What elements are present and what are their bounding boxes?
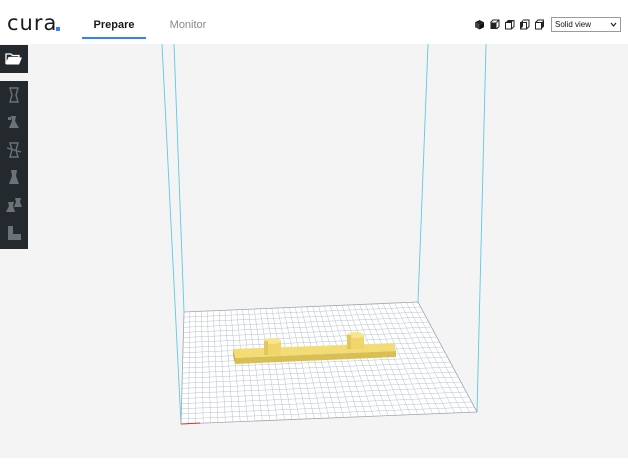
tab-monitor[interactable]: Monitor bbox=[162, 17, 214, 39]
tab-prepare[interactable]: Prepare bbox=[82, 17, 146, 39]
top-bar: cura Prepare Monitor Solid view bbox=[0, 0, 628, 44]
folder-open-icon bbox=[5, 53, 22, 65]
left-view-icon[interactable] bbox=[519, 19, 530, 30]
3d-view-icon[interactable] bbox=[474, 19, 485, 30]
bottom-strip bbox=[0, 458, 628, 472]
chevron-down-icon bbox=[610, 22, 617, 27]
tool-sidebar bbox=[0, 81, 28, 249]
build-plate bbox=[180, 301, 478, 425]
scale-tool-icon[interactable] bbox=[4, 112, 24, 132]
view-mode-select[interactable]: Solid view bbox=[551, 17, 621, 32]
open-file-button[interactable] bbox=[0, 45, 28, 73]
rotate-tool-icon[interactable] bbox=[4, 140, 24, 160]
mirror-tool-icon[interactable] bbox=[4, 167, 24, 187]
3d-viewport[interactable] bbox=[28, 44, 628, 472]
per-model-settings-icon[interactable] bbox=[4, 195, 24, 215]
cura-logo-dot bbox=[56, 27, 60, 31]
active-tab-indicator bbox=[82, 37, 146, 39]
support-blocker-icon[interactable] bbox=[4, 223, 24, 243]
front-view-icon[interactable] bbox=[489, 19, 500, 30]
cura-window: cura Prepare Monitor Solid view bbox=[0, 0, 628, 472]
translate-tool-icon[interactable] bbox=[4, 85, 24, 105]
right-view-icon[interactable] bbox=[534, 19, 545, 30]
top-view-icon[interactable] bbox=[504, 19, 515, 30]
cura-logo: cura bbox=[7, 11, 58, 35]
view-mode-selected-value: Solid view bbox=[555, 20, 592, 29]
